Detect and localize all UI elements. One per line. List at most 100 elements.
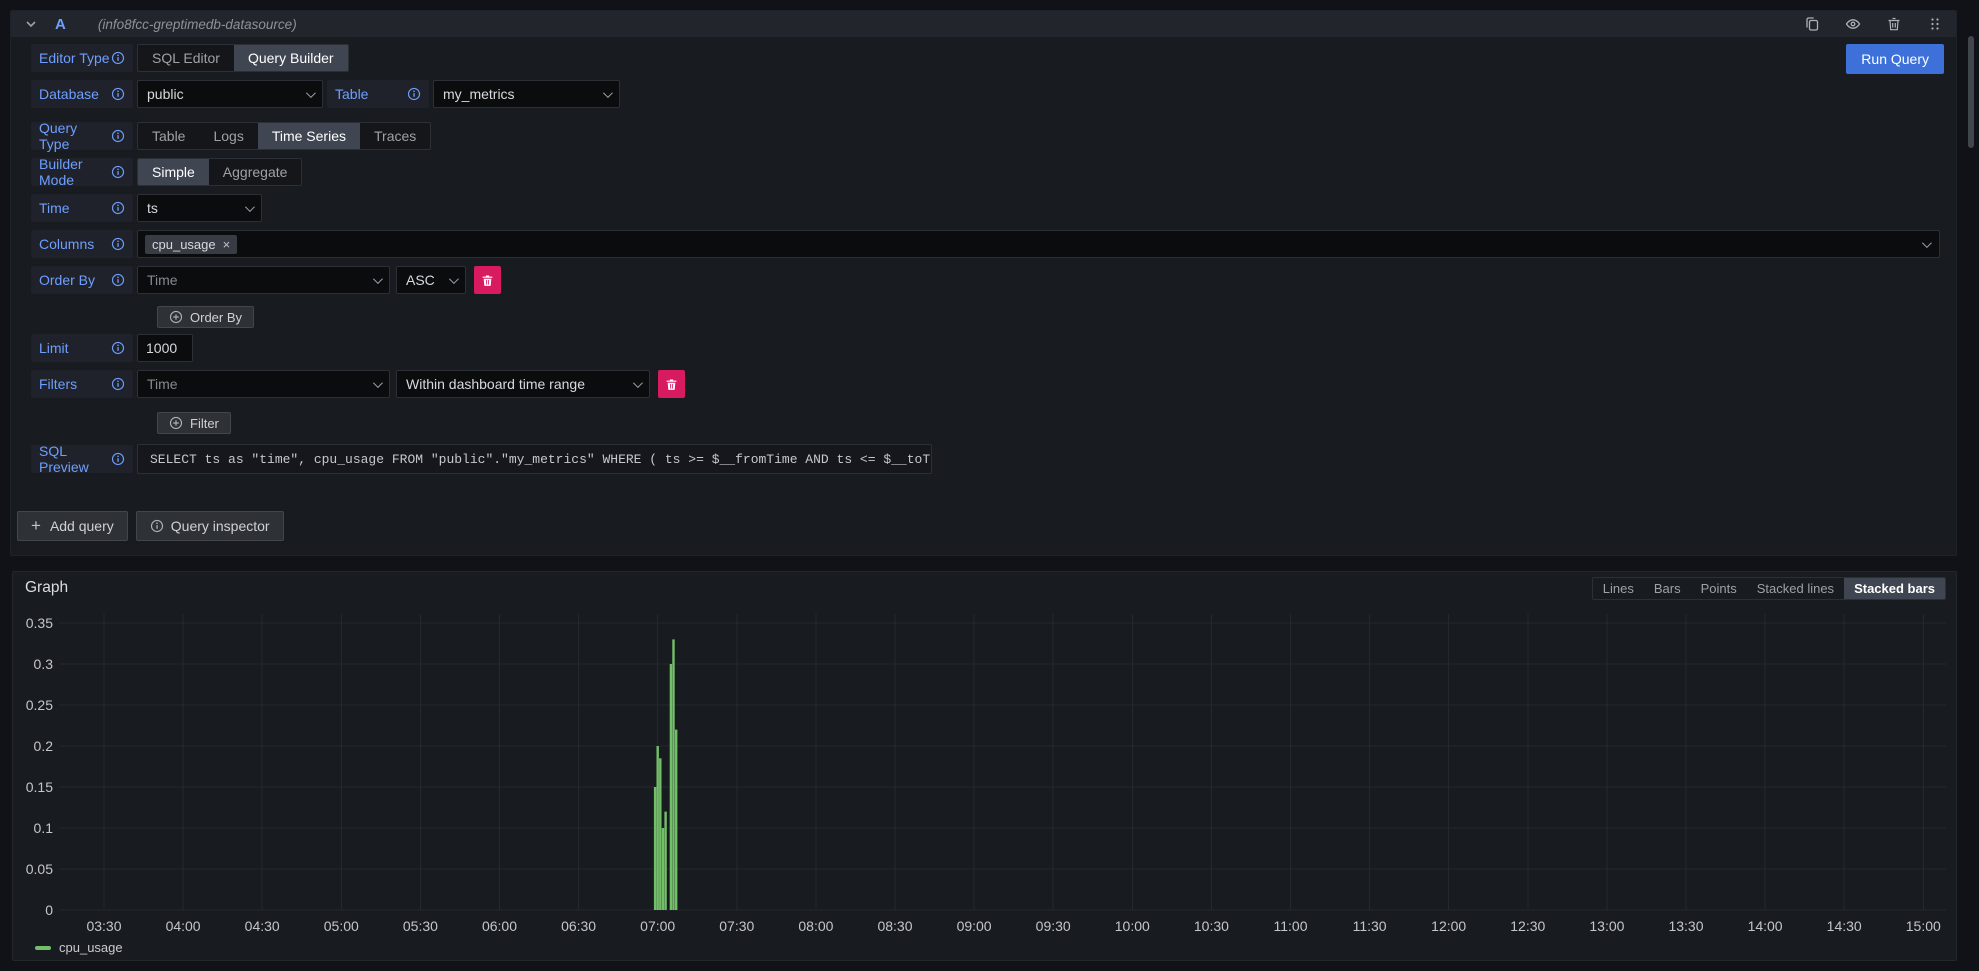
option-stacked-lines[interactable]: Stacked lines bbox=[1747, 578, 1844, 599]
bar-07:00[interactable] bbox=[657, 746, 659, 910]
bar-06:59[interactable] bbox=[654, 787, 656, 910]
svg-text:0.05: 0.05 bbox=[26, 861, 53, 877]
option-time-series[interactable]: Time Series bbox=[258, 123, 360, 149]
time-column-select[interactable]: ts bbox=[137, 194, 262, 222]
filter-condition-value: Within dashboard time range bbox=[406, 376, 585, 392]
bar-07:01[interactable] bbox=[659, 758, 661, 910]
query-inspector-button[interactable]: Query inspector bbox=[136, 511, 284, 541]
svg-text:14:00: 14:00 bbox=[1748, 918, 1783, 934]
info-icon[interactable] bbox=[111, 201, 125, 215]
order-by-delete-button[interactable] bbox=[474, 266, 501, 294]
legend-series-name[interactable]: cpu_usage bbox=[59, 940, 123, 955]
builder-mode-label-text: Builder Mode bbox=[39, 156, 111, 188]
add-query-label: Add query bbox=[50, 518, 114, 534]
database-select[interactable]: public bbox=[137, 80, 323, 108]
info-icon[interactable] bbox=[111, 341, 125, 355]
remove-query-trash-icon[interactable] bbox=[1886, 16, 1903, 33]
query-actions-row: + Add query Query inspector bbox=[17, 511, 1956, 541]
svg-text:13:00: 13:00 bbox=[1589, 918, 1624, 934]
info-icon[interactable] bbox=[111, 273, 125, 287]
query-inspector-label: Query inspector bbox=[171, 518, 270, 534]
svg-text:08:00: 08:00 bbox=[798, 918, 833, 934]
option-traces[interactable]: Traces bbox=[360, 123, 430, 149]
option-stacked-bars[interactable]: Stacked bars bbox=[1844, 578, 1945, 599]
add-filter-label: Filter bbox=[190, 416, 219, 431]
duplicate-query-icon[interactable] bbox=[1804, 16, 1821, 33]
svg-text:0.1: 0.1 bbox=[34, 820, 54, 836]
option-bars[interactable]: Bars bbox=[1644, 578, 1691, 599]
svg-text:15:00: 15:00 bbox=[1906, 918, 1941, 934]
info-icon[interactable] bbox=[111, 51, 125, 65]
limit-input[interactable] bbox=[137, 334, 193, 362]
filter-delete-button[interactable] bbox=[658, 370, 685, 398]
limit-label-text: Limit bbox=[39, 340, 69, 356]
table-select[interactable]: my_metrics bbox=[433, 80, 620, 108]
plus-icon: + bbox=[31, 516, 41, 536]
query-editor-card: A (info8fcc-greptimedb-datasource) Run Q… bbox=[10, 10, 1957, 556]
remove-tag-icon[interactable]: × bbox=[223, 238, 231, 251]
column-tag-label: cpu_usage bbox=[152, 237, 216, 252]
add-order-by-button[interactable]: Order By bbox=[157, 306, 254, 328]
option-aggregate[interactable]: Aggregate bbox=[209, 159, 302, 185]
bar-07:07[interactable] bbox=[675, 730, 677, 910]
filter-condition-select[interactable]: Within dashboard time range bbox=[396, 370, 650, 398]
time-select-value: ts bbox=[147, 200, 158, 216]
row-filters: Filters Time Within dashboard time range bbox=[31, 370, 1940, 398]
bar-07:02[interactable] bbox=[662, 828, 664, 910]
graph-panel-header: Graph LinesBarsPointsStacked linesStacke… bbox=[13, 572, 1956, 604]
option-query-builder[interactable]: Query Builder bbox=[234, 45, 348, 71]
run-query-button[interactable]: Run Query bbox=[1846, 44, 1944, 74]
legend-swatch[interactable] bbox=[35, 946, 51, 950]
chevron-down-icon bbox=[373, 274, 383, 284]
svg-text:11:30: 11:30 bbox=[1353, 918, 1387, 934]
editor-type-label-text: Editor Type bbox=[39, 50, 110, 66]
column-tag: cpu_usage × bbox=[145, 235, 237, 254]
sql-preview-text: SELECT ts as "time", cpu_usage FROM "pub… bbox=[137, 444, 932, 474]
info-icon[interactable] bbox=[111, 237, 125, 251]
option-logs[interactable]: Logs bbox=[199, 123, 257, 149]
svg-text:04:00: 04:00 bbox=[166, 918, 201, 934]
bar-07:05[interactable] bbox=[670, 664, 672, 910]
info-icon[interactable] bbox=[111, 377, 125, 391]
datasource-name: (info8fcc-greptimedb-datasource) bbox=[98, 17, 297, 32]
query-ref-id[interactable]: A bbox=[55, 16, 66, 33]
table-label-text: Table bbox=[335, 86, 368, 102]
order-by-direction-select[interactable]: ASC bbox=[396, 266, 466, 294]
svg-text:0.25: 0.25 bbox=[26, 697, 53, 713]
order-by-column-select[interactable]: Time bbox=[137, 266, 390, 294]
bar-07:06[interactable] bbox=[672, 639, 674, 910]
option-table[interactable]: Table bbox=[138, 123, 199, 149]
info-icon[interactable] bbox=[111, 165, 125, 179]
add-filter-button[interactable]: Filter bbox=[157, 412, 231, 434]
filter-column-select[interactable]: Time bbox=[137, 370, 390, 398]
editor-type-label: Editor Type bbox=[31, 44, 133, 72]
query-editor-body: Run Query Editor Type SQL EditorQuery Bu… bbox=[11, 37, 1956, 541]
graph-canvas[interactable]: 00.050.10.150.20.250.30.3503:3004:0004:3… bbox=[15, 604, 1954, 940]
order-by-label-text: Order By bbox=[39, 272, 95, 288]
trash-icon bbox=[665, 378, 678, 391]
collapse-chevron-icon[interactable] bbox=[23, 16, 39, 32]
info-icon[interactable] bbox=[111, 452, 125, 466]
circle-plus-icon bbox=[169, 416, 183, 430]
bar-07:03[interactable] bbox=[664, 812, 666, 910]
option-lines[interactable]: Lines bbox=[1593, 578, 1644, 599]
info-icon[interactable] bbox=[111, 87, 125, 101]
info-icon[interactable] bbox=[111, 129, 125, 143]
add-query-button[interactable]: + Add query bbox=[17, 511, 128, 541]
drag-handle-icon[interactable] bbox=[1927, 16, 1944, 33]
svg-text:0.3: 0.3 bbox=[34, 656, 54, 672]
svg-text:05:00: 05:00 bbox=[324, 918, 359, 934]
svg-text:14:30: 14:30 bbox=[1827, 918, 1862, 934]
time-label: Time bbox=[31, 194, 133, 222]
option-points[interactable]: Points bbox=[1691, 578, 1747, 599]
chevron-down-icon bbox=[245, 202, 255, 212]
info-icon[interactable] bbox=[407, 87, 421, 101]
option-sql-editor[interactable]: SQL Editor bbox=[138, 45, 234, 71]
svg-text:0.2: 0.2 bbox=[34, 738, 54, 754]
hide-response-eye-icon[interactable] bbox=[1845, 16, 1862, 33]
svg-text:10:30: 10:30 bbox=[1194, 918, 1229, 934]
columns-multiselect[interactable]: cpu_usage × bbox=[137, 230, 1940, 258]
graph-legend: cpu_usage bbox=[35, 940, 1956, 955]
page-scrollbar[interactable] bbox=[1968, 36, 1974, 148]
option-simple[interactable]: Simple bbox=[138, 159, 209, 185]
